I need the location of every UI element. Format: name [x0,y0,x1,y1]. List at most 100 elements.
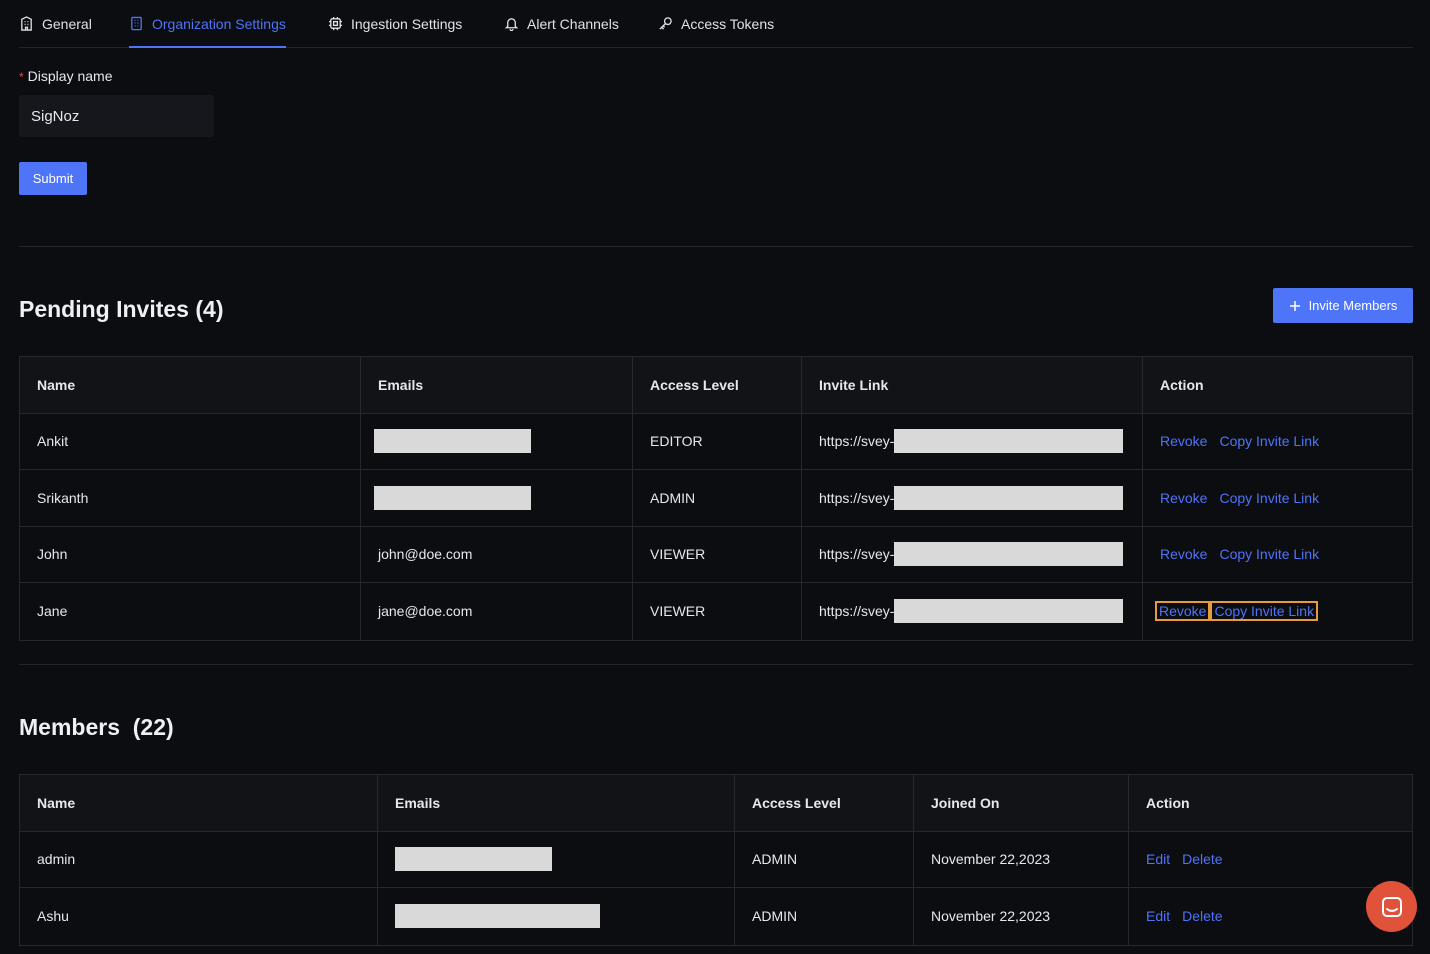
table-header: Name Emails Access Level Joined On Actio… [20,775,1412,832]
invite-email: jane@doe.com [360,583,472,640]
member-email [377,888,600,945]
display-name-label-text: Display name [27,68,113,84]
copy-invite-link[interactable]: Copy Invite Link [1217,546,1321,562]
column-header: Access Level [632,357,739,413]
tab-general[interactable]: General [19,0,92,47]
copy-invite-link[interactable]: Copy Invite Link [1210,601,1319,622]
redacted-email [374,485,531,510]
tab-label: General [42,15,92,32]
copy-invite-link[interactable]: Copy Invite Link [1217,433,1321,449]
revoke-link[interactable]: Revoke [1158,433,1209,449]
invite-link-prefix: https://svey- [819,433,895,450]
column-header: Name [37,794,76,811]
building-grid-icon [131,16,142,31]
member-joined-on: November 22,2023 [913,831,1050,887]
edit-link[interactable]: Edit [1144,908,1172,924]
table-row: Srikanth ADMIN https://svey- Revoke Copy … [20,470,1412,527]
invite-name: John [37,546,68,563]
tab-label: Organization Settings [152,15,286,32]
invite-access-level: VIEWER [632,526,705,582]
column-header: Emails [377,775,440,831]
members-count: (22) [132,714,174,740]
invite-link: https://svey- [801,526,1124,582]
required-mark: * [19,70,24,84]
invite-actions: Revoke Copy Invite Link [1142,413,1329,469]
member-email [377,831,552,887]
pending-invites-title-text: Pending Invites [19,296,189,322]
member-name: admin [37,851,76,868]
invite-actions: Revoke Copy Invite Link [1142,526,1329,582]
members-table: Name Emails Access Level Joined On Actio… [19,774,1413,946]
table-row: John john@doe.com VIEWER https://svey- R… [20,526,1412,583]
invite-members-label: Invite Members [1308,298,1398,313]
tab-alert-channels[interactable]: Alert Channels [504,0,619,47]
column-header: Emails [360,357,423,413]
column-header: Action [1128,775,1190,831]
invite-name: Ankit [37,433,69,450]
invite-members-button[interactable]: Invite Members [1273,288,1413,323]
column-header: Name [37,376,76,393]
redacted-link [894,485,1124,510]
bell-icon [504,18,519,31]
tab-label: Alert Channels [527,15,619,32]
column-header: Invite Link [801,357,888,413]
invite-link-prefix: https://svey- [819,603,895,620]
display-name-input[interactable]: SigNoz [19,95,214,137]
revoke-link[interactable]: Revoke [1158,546,1209,562]
tab-access-tokens[interactable]: Access Tokens [658,0,774,47]
invite-name: Jane [37,603,68,620]
invite-email [360,413,531,469]
submit-button[interactable]: Submit [19,162,87,195]
invite-link-prefix: https://svey- [819,489,895,506]
chat-icon [1381,896,1402,917]
invite-link-prefix: https://svey- [819,546,895,563]
divider [19,664,1413,665]
table-row: Ankit EDITOR https://svey- Revoke Copy In… [20,413,1412,470]
invite-link: https://svey- [801,583,1124,640]
tab-label: Ingestion Settings [351,15,463,32]
member-access-level: ADMIN [734,831,797,887]
copy-invite-link[interactable]: Copy Invite Link [1217,490,1321,506]
members-title-text: Members [19,714,120,740]
table-row: admin ADMIN November 22,2023 Edit Delete [20,831,1412,888]
column-header: Action [1142,357,1204,413]
table-row: Jane jane@doe.com VIEWER https://svey- R… [20,583,1412,640]
redacted-link [894,542,1124,567]
invite-email [360,470,531,526]
member-joined-on: November 22,2023 [913,888,1050,945]
divider [19,246,1413,247]
redacted-email [395,847,552,872]
invite-access-level: ADMIN [632,470,695,526]
delete-link[interactable]: Delete [1180,908,1224,924]
invite-link: https://svey- [801,413,1124,469]
invite-actions: Revoke Copy Invite Link [1142,583,1324,640]
column-header: Joined On [913,775,999,831]
plus-icon [1289,300,1300,311]
tab-label: Access Tokens [681,15,775,32]
member-actions: Edit Delete [1128,888,1233,945]
column-header: Access Level [734,775,841,831]
pending-invites-count: (4) [195,296,224,322]
redacted-email [374,429,531,454]
edit-link[interactable]: Edit [1144,851,1172,867]
delete-link[interactable]: Delete [1180,851,1224,867]
revoke-link[interactable]: Revoke [1154,601,1211,622]
display-name-label: * Display name [19,68,113,84]
tab-organization-settings[interactable]: Organization Settings [129,0,286,48]
table-header: Name Emails Access Level Invite Link Act… [20,357,1412,414]
member-access-level: ADMIN [734,888,797,945]
revoke-link[interactable]: Revoke [1158,490,1209,506]
tab-ingestion-settings[interactable]: Ingestion Settings [328,0,462,47]
member-actions: Edit Delete [1128,831,1233,887]
chat-launcher-button[interactable] [1366,881,1417,932]
invite-access-level: VIEWER [632,583,705,640]
invite-access-level: EDITOR [632,413,703,469]
redacted-email [395,904,600,929]
key-icon [659,17,672,30]
table-row: Ashu ADMIN November 22,2023 Edit Delete [20,888,1412,945]
chip-icon [328,16,343,31]
invite-actions: Revoke Copy Invite Link [1142,470,1329,526]
redacted-link [894,599,1124,624]
member-name: Ashu [37,908,69,925]
members-title: Members (22) [19,714,174,741]
